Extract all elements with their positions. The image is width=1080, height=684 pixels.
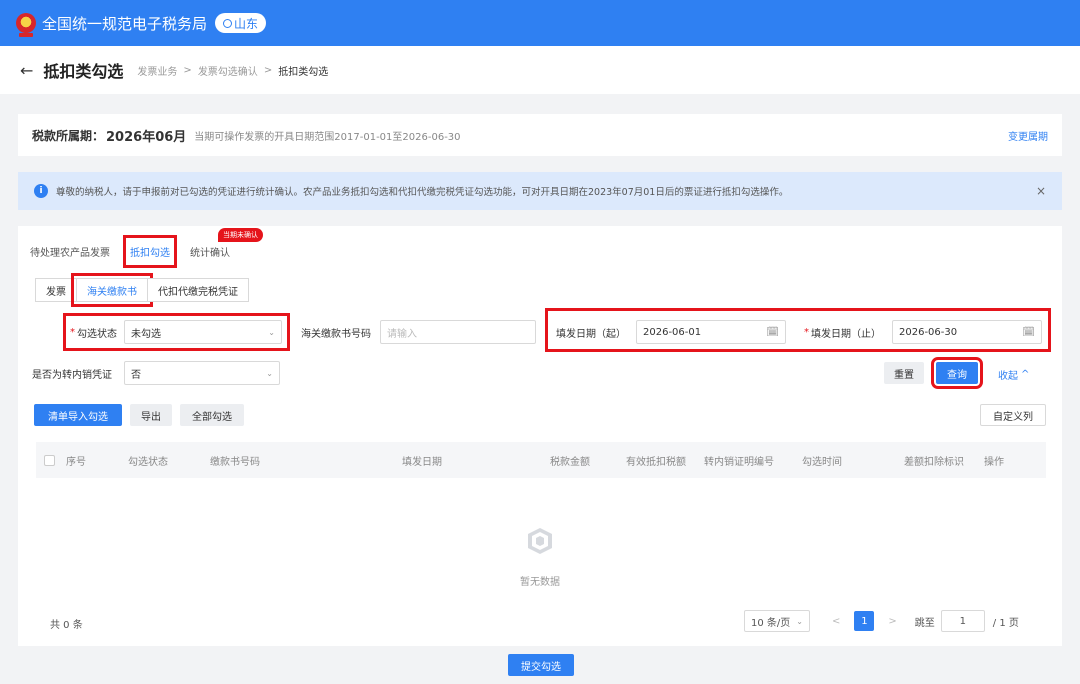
page-size-value: 10 条/页: [751, 617, 791, 629]
chevron-down-icon: ⌄: [266, 368, 273, 378]
page-header: ← 抵扣类勾选 发票业务 > 发票勾选确认 > 抵扣类勾选: [0, 46, 1080, 94]
date-end-label-text: 填发日期（止）: [811, 328, 881, 340]
column-header: 缴款书号码: [210, 456, 260, 468]
reset-button[interactable]: 重置: [884, 362, 924, 384]
jump-value: 1: [959, 615, 966, 627]
column-header: 序号: [66, 456, 86, 468]
column-header: 税款金额: [550, 456, 590, 468]
total-pages: / 1 页: [992, 617, 1019, 629]
tab-statistics-confirm[interactable]: 统计确认 当期未确认: [188, 227, 263, 263]
main-tabs: 待处理农产品发票 抵扣勾选 统计确认 当期未确认: [28, 227, 263, 268]
main-card: 待处理农产品发票 抵扣勾选 统计确认 当期未确认 发票 海关缴款书 代扣代缴完税…: [18, 226, 1062, 646]
change-period-link[interactable]: 变更属期: [1008, 128, 1048, 143]
transfer-value: 否: [131, 369, 141, 381]
date-start-label: 填发日期（起）: [556, 328, 626, 340]
column-header: 转内销证明编号: [704, 456, 774, 468]
location-pin-icon: [223, 18, 233, 28]
bill-no-placeholder: 请输入: [387, 328, 417, 340]
breadcrumb-separator: >: [263, 64, 273, 76]
date-end-value: 2026-06-30: [899, 326, 958, 338]
column-header: 操作: [984, 456, 1004, 468]
table-header: 序号 勾选状态 缴款书号码 填发日期 税款金额 有效抵扣税额 转内销证明编号 勾…: [36, 442, 1046, 478]
calendar-icon: 🗓: [766, 326, 779, 338]
back-arrow-icon[interactable]: ←: [20, 61, 33, 80]
alert-text: 尊敬的纳税人，请于申报前对已勾选的凭证进行统计确认。农产品业务抵扣勾选和代扣代缴…: [56, 187, 789, 198]
tab-pending-agri-invoices[interactable]: 待处理农产品发票: [28, 240, 112, 263]
info-alert: i 尊敬的纳税人，请于申报前对已勾选的凭证进行统计确认。农产品业务抵扣勾选和代扣…: [18, 172, 1062, 210]
period-value: 2026年06月: [106, 129, 187, 145]
custom-columns-button[interactable]: 自定义列: [980, 404, 1046, 426]
status-label: * 勾选状态: [70, 321, 117, 343]
column-header: 勾选状态: [128, 456, 168, 468]
column-header: 勾选时间: [802, 456, 842, 468]
breadcrumb: 发票业务 > 发票勾选确认 > 抵扣类勾选: [137, 63, 328, 78]
subtab-invoice[interactable]: 发票: [35, 278, 77, 302]
import-select-button[interactable]: 清单导入勾选: [34, 404, 122, 426]
top-bar: 全国统一规范电子税务局 山东: [0, 0, 1080, 46]
tax-period-card: 税款所属期： 2026年06月 当期可操作发票的开具日期范围2017-01-01…: [18, 114, 1062, 156]
breadcrumb-item[interactable]: 发票勾选确认: [198, 63, 258, 78]
status-badge: 当期未确认: [218, 227, 263, 242]
submit-selection-button[interactable]: 提交勾选: [508, 654, 574, 676]
bill-no-label: 海关缴款书号码: [301, 328, 371, 340]
required-mark: *: [70, 326, 75, 338]
chevron-down-icon: ⌄: [796, 616, 803, 626]
jump-label: 跳至: [914, 617, 935, 629]
transfer-select[interactable]: 否 ⌄: [124, 361, 280, 385]
date-start-picker[interactable]: 2026-06-01 🗓: [636, 320, 786, 344]
region-label: 山东: [234, 16, 259, 31]
status-value: 未勾选: [131, 328, 161, 340]
region-selector[interactable]: 山东: [215, 13, 267, 33]
info-icon: i: [34, 184, 48, 198]
query-button[interactable]: 查询: [931, 357, 983, 389]
breadcrumb-item[interactable]: 发票业务: [137, 63, 177, 78]
tab-label: 统计确认: [190, 247, 230, 259]
subtab-withholding-voucher[interactable]: 代扣代缴完税凭证: [147, 278, 249, 302]
date-start-value: 2026-06-01: [643, 326, 702, 338]
export-button[interactable]: 导出: [130, 404, 172, 426]
chevron-up-icon: ^: [1021, 369, 1030, 380]
chevron-down-icon: ⌄: [268, 327, 275, 337]
column-header: 填发日期: [402, 456, 442, 468]
collapse-link[interactable]: 收起 ^: [998, 367, 1029, 382]
empty-box-icon: [528, 528, 552, 554]
empty-state: 暂无数据: [500, 526, 580, 588]
close-icon[interactable]: ×: [1036, 184, 1046, 198]
column-header: 差额扣除标识: [904, 456, 964, 468]
date-end-label: * 填发日期（止）: [804, 321, 881, 343]
pagination: 10 条/页 ⌄ < 1 > 跳至 1 / 1 页: [744, 610, 1019, 632]
page-size-select[interactable]: 10 条/页 ⌄: [744, 610, 810, 632]
column-header: 有效抵扣税额: [626, 456, 686, 468]
select-all-button[interactable]: 全部勾选: [180, 404, 244, 426]
period-note: 当期可操作发票的开具日期范围2017-01-01至2026-06-30: [194, 131, 461, 143]
select-all-checkbox[interactable]: [44, 442, 55, 478]
jump-input[interactable]: 1: [940, 610, 985, 632]
tax-emblem-icon: [16, 13, 36, 37]
breadcrumb-separator: >: [183, 64, 192, 76]
prev-page-button[interactable]: <: [832, 616, 840, 627]
total-count: 共 0 条: [50, 620, 83, 631]
breadcrumb-current: 抵扣类勾选: [278, 66, 329, 78]
empty-text: 暂无数据: [520, 577, 560, 588]
subtab-customs-bill[interactable]: 海关缴款书: [71, 273, 153, 307]
transfer-label: 是否为转内销凭证: [32, 369, 112, 381]
date-end-picker[interactable]: 2026-06-30 🗓: [892, 320, 1042, 344]
sub-tabs: 发票 海关缴款书 代扣代缴完税凭证: [35, 273, 249, 307]
calendar-icon: 🗓: [1022, 326, 1035, 338]
page-number-current[interactable]: 1: [854, 611, 875, 631]
page-title: 抵扣类勾选: [43, 62, 124, 81]
collapse-label: 收起: [998, 371, 1018, 382]
period-label: 税款所属期：: [32, 128, 105, 143]
checkbox[interactable]: [44, 454, 55, 466]
tab-deduction-select[interactable]: 抵扣勾选: [123, 234, 177, 268]
next-page-button[interactable]: >: [888, 616, 896, 627]
status-select[interactable]: 未勾选 ⌄: [124, 320, 282, 344]
required-mark: *: [804, 326, 809, 338]
app-title: 全国统一规范电子税务局: [42, 14, 208, 33]
status-label-text: 勾选状态: [77, 328, 117, 340]
bill-no-input[interactable]: 请输入: [380, 320, 536, 344]
